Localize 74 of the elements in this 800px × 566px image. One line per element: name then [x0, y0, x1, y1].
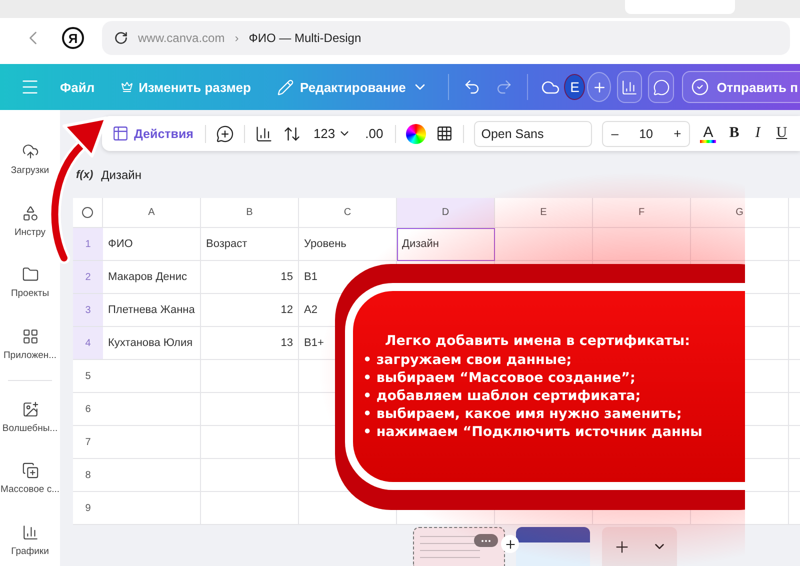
sidebar-item[interactable]: Инстру: [0, 196, 60, 248]
sidebar-item[interactable]: Графики: [0, 514, 60, 566]
formula-label: f(x): [76, 168, 94, 180]
table-cell[interactable]: Уровень: [304, 238, 346, 250]
url-domain: www.canva.com: [138, 31, 225, 45]
table-cell[interactable]: 15: [280, 271, 293, 283]
font-field[interactable]: Open Sans: [474, 120, 592, 146]
bold-button[interactable]: B: [726, 125, 742, 142]
callout-bullet: • загружаем свои данные;: [363, 352, 573, 368]
sidebar-item[interactable]: Загрузки: [0, 134, 60, 186]
comment-add-icon[interactable]: [216, 124, 234, 142]
page-thumbnail[interactable]: [413, 527, 505, 566]
actions-button[interactable]: Действия: [110, 123, 196, 144]
color-wheel-icon[interactable]: [406, 124, 426, 144]
comment-icon: [652, 78, 670, 96]
bar-chart-icon[interactable]: [255, 124, 274, 142]
font-size-value: 10: [639, 126, 653, 140]
plus-icon: [504, 538, 516, 550]
comment-button[interactable]: [648, 71, 674, 103]
decimals-button[interactable]: .00: [363, 124, 386, 143]
undo-icon[interactable]: [462, 78, 481, 96]
page-title: ФИО — Multi-Design: [248, 31, 362, 45]
underline-button[interactable]: U: [773, 125, 790, 142]
table-cell[interactable]: ФИО: [108, 238, 133, 250]
callout-bullet: • добавляем шаблон сертификата;: [363, 388, 642, 404]
folder-icon: [22, 266, 38, 284]
number-format-button[interactable]: 123: [311, 124, 354, 143]
decrease-button[interactable]: –: [609, 126, 620, 141]
share-button[interactable]: Отправить п: [682, 71, 800, 103]
increase-button[interactable]: +: [672, 126, 684, 141]
sort-icon[interactable]: [283, 124, 302, 142]
column-header[interactable]: D: [397, 198, 495, 228]
bar-chart-icon: [621, 78, 638, 96]
italic-button[interactable]: I: [752, 125, 764, 142]
callout-title: Легко добавить имена в сертификаты:: [384, 333, 692, 349]
sidebar-item[interactable]: Приложен...: [0, 318, 60, 370]
sidebar-item[interactable]: Массовое с...: [0, 452, 60, 504]
select-all-icon[interactable]: [82, 207, 93, 218]
grid-icon[interactable]: [436, 125, 454, 142]
url-separator: ›: [234, 31, 239, 45]
table-cell[interactable]: 13: [280, 337, 293, 349]
table-cell[interactable]: Дизайн: [397, 228, 495, 261]
certificate-thumbnail[interactable]: [516, 527, 590, 566]
browser-logo[interactable]: Я: [62, 27, 84, 49]
plus-icon: [592, 80, 607, 94]
cloud-upload-icon: [22, 143, 38, 160]
table-cell[interactable]: 12: [280, 304, 293, 316]
callout-bullet: • выбираем “Массовое создание”;: [363, 370, 636, 386]
check-circle-icon: [690, 78, 709, 96]
font-size-field[interactable]: – 10 +: [602, 120, 690, 146]
text-color-button[interactable]: A: [700, 124, 716, 142]
table-cell[interactable]: Макаров Денис: [108, 271, 187, 283]
formula-value[interactable]: Дизайн: [101, 168, 142, 182]
table-cell[interactable]: A2: [304, 304, 318, 316]
callout-bullet: • выбираем, какое имя нужно заменить;: [363, 406, 683, 422]
copy-plus-icon: [22, 462, 38, 480]
crown-icon: [120, 81, 133, 93]
add-button[interactable]: [587, 72, 611, 102]
pencil-icon: [276, 78, 294, 96]
sidebar-item[interactable]: Проекты: [0, 257, 60, 309]
address-bar[interactable]: www.canva.com › ФИО — Multi-Design: [102, 21, 790, 55]
table-cell[interactable]: Плетнева Жанна: [108, 304, 195, 316]
shapes-icon: [22, 204, 38, 222]
chart-button[interactable]: [616, 71, 642, 103]
user-avatar[interactable]: E: [564, 74, 586, 100]
bar-chart-icon: [22, 524, 38, 541]
more-icon[interactable]: [474, 534, 498, 547]
sidebar-item[interactable]: Волшебны...: [0, 391, 60, 443]
table-cell[interactable]: B1: [304, 271, 318, 283]
callout-bullet: • нажимаем “Подключить источник данны: [363, 424, 704, 440]
reload-icon[interactable]: [114, 31, 128, 45]
table-cell[interactable]: Возраст: [206, 238, 248, 250]
table-cell[interactable]: Кухтанова Юлия: [108, 337, 193, 349]
table-cell[interactable]: B1+: [304, 337, 324, 349]
